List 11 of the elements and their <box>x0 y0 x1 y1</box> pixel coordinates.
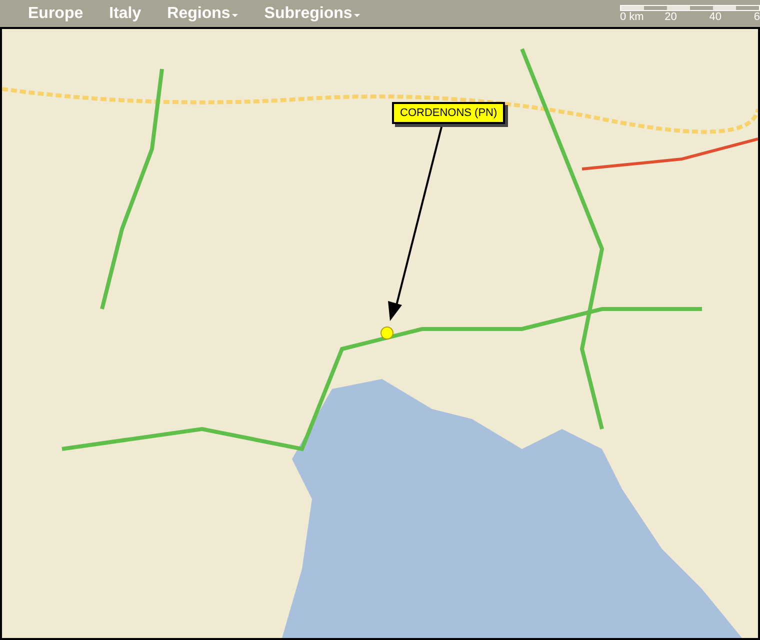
nav-link[interactable]: Subregions <box>264 4 360 22</box>
caret-icon <box>354 14 360 17</box>
caret-icon <box>232 14 238 17</box>
nav-link[interactable]: Regions <box>167 4 238 22</box>
scale-label: 20 <box>664 10 678 22</box>
nav-link[interactable]: Europe <box>28 4 84 22</box>
place-label: CORDENONS (PN) <box>392 102 506 124</box>
scale-label: 6 <box>754 10 760 22</box>
scale-label: 40 <box>709 10 722 22</box>
scale-label: 0 km <box>620 10 645 22</box>
nav-link[interactable]: Italy <box>109 4 142 22</box>
